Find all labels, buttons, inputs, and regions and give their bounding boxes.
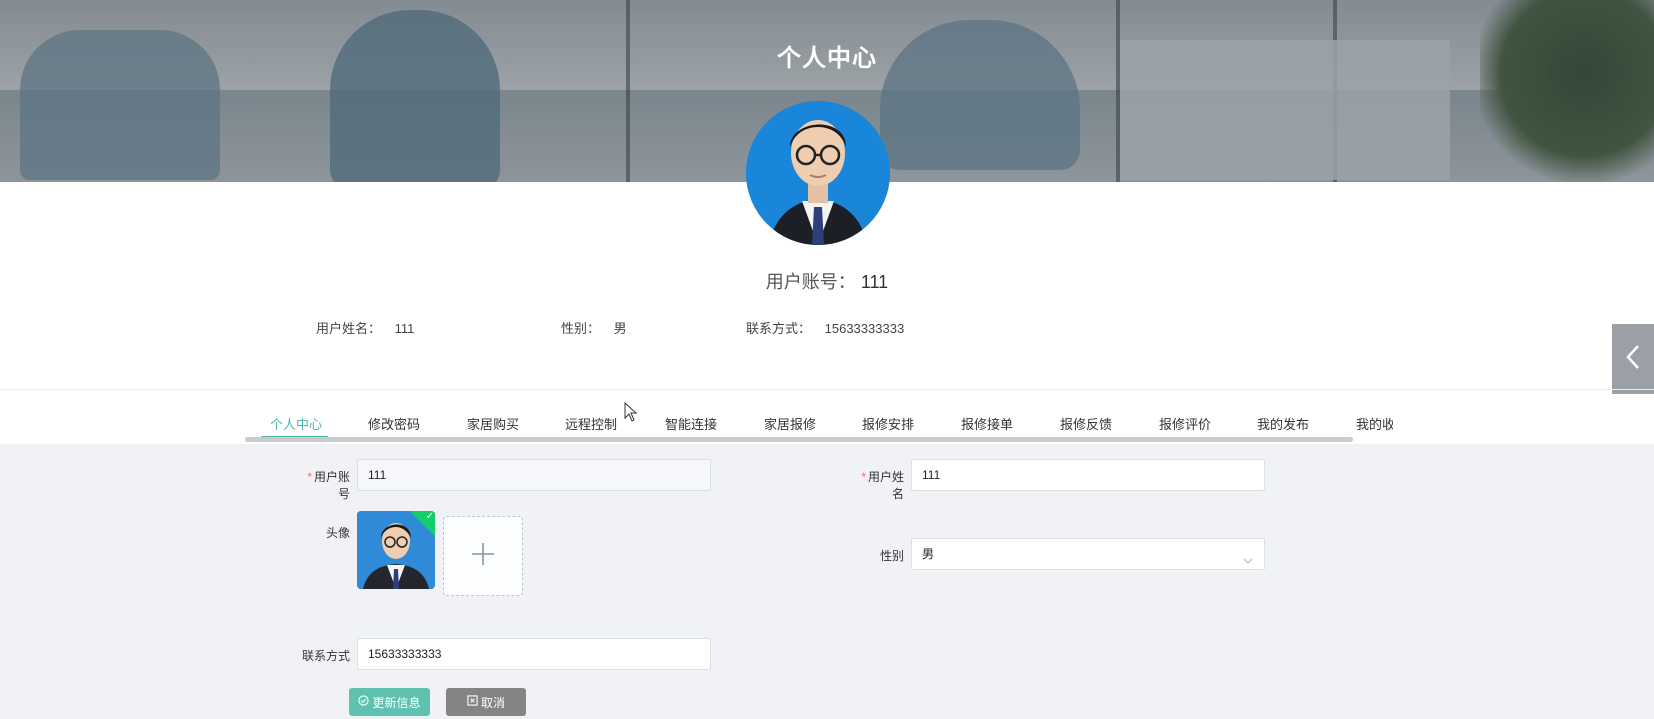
gender-select-value: 男 (922, 547, 935, 561)
chevron-left-icon (1625, 344, 1641, 375)
tab-repair-review[interactable]: 报修评价 (1159, 414, 1211, 433)
section-divider (0, 389, 1654, 390)
avatar-upload-button[interactable] (443, 516, 523, 596)
tab-home-repair[interactable]: 家居报修 (764, 414, 816, 433)
gender-select[interactable]: 男 (911, 538, 1265, 570)
gender-field-label: 性别 (879, 549, 904, 563)
info-name-value: 111 (394, 321, 415, 336)
tab-repair-schedule[interactable]: 报修安排 (862, 414, 914, 433)
update-info-label: 更新信息 (372, 695, 421, 710)
mouse-cursor-icon (624, 401, 638, 427)
account-input[interactable]: 111 (357, 459, 711, 491)
info-gender-label: 性别： (561, 321, 601, 336)
uploaded-avatar[interactable]: ✓ (357, 511, 435, 589)
tab-personal-center[interactable]: 个人中心 (270, 414, 322, 433)
name-input[interactable]: 111 (911, 459, 1265, 491)
chevron-down-icon (1242, 548, 1254, 578)
update-info-button[interactable]: 更新信息 (349, 688, 430, 716)
tab-my-posts[interactable]: 我的发布 (1257, 414, 1309, 433)
profile-avatar (746, 101, 890, 245)
account-label: 用户账号： (765, 272, 856, 292)
tab-my-favorites[interactable]: 我的收 (1356, 414, 1393, 433)
tab-repair-orders[interactable]: 报修接单 (961, 414, 1013, 433)
info-phone-value: 15633333333 (824, 321, 905, 336)
profile-form (0, 444, 1654, 719)
close-square-icon (467, 695, 478, 709)
phone-field-label: 联系方式 (301, 649, 350, 663)
tab-home-purchase[interactable]: 家居购买 (467, 414, 519, 433)
info-name-label: 用户姓名： (316, 321, 382, 336)
tab-repair-feedback[interactable]: 报修反馈 (1060, 414, 1112, 433)
plus-icon (470, 541, 496, 572)
account-field-label: * 用户账号 (307, 470, 350, 501)
name-field-label: * 用户姓名 (861, 470, 904, 501)
cancel-button[interactable]: 取消 (446, 688, 526, 716)
tab-change-password[interactable]: 修改密码 (368, 414, 420, 433)
cancel-label: 取消 (480, 695, 505, 710)
tab-smart-connect[interactable]: 智能连接 (665, 414, 717, 433)
side-toggle-button[interactable] (1612, 324, 1654, 394)
account-value: 111 (860, 272, 889, 292)
avatar-field-label: 头像 (325, 526, 350, 540)
tabs-scrollbar[interactable] (245, 437, 1353, 442)
tab-remote-control[interactable]: 远程控制 (565, 414, 617, 433)
info-gender-value: 男 (613, 321, 627, 336)
info-phone-label: 联系方式： (746, 321, 812, 336)
info-phone: 联系方式： 15633333333 (746, 318, 904, 337)
info-gender: 性别： 男 (561, 318, 627, 337)
account-line: 用户账号： 111 (0, 268, 1654, 294)
page-title: 个人中心 (777, 45, 877, 72)
phone-input[interactable]: 15633333333 (357, 638, 711, 670)
info-name: 用户姓名： 111 (316, 318, 414, 337)
check-circle-icon (358, 695, 370, 709)
